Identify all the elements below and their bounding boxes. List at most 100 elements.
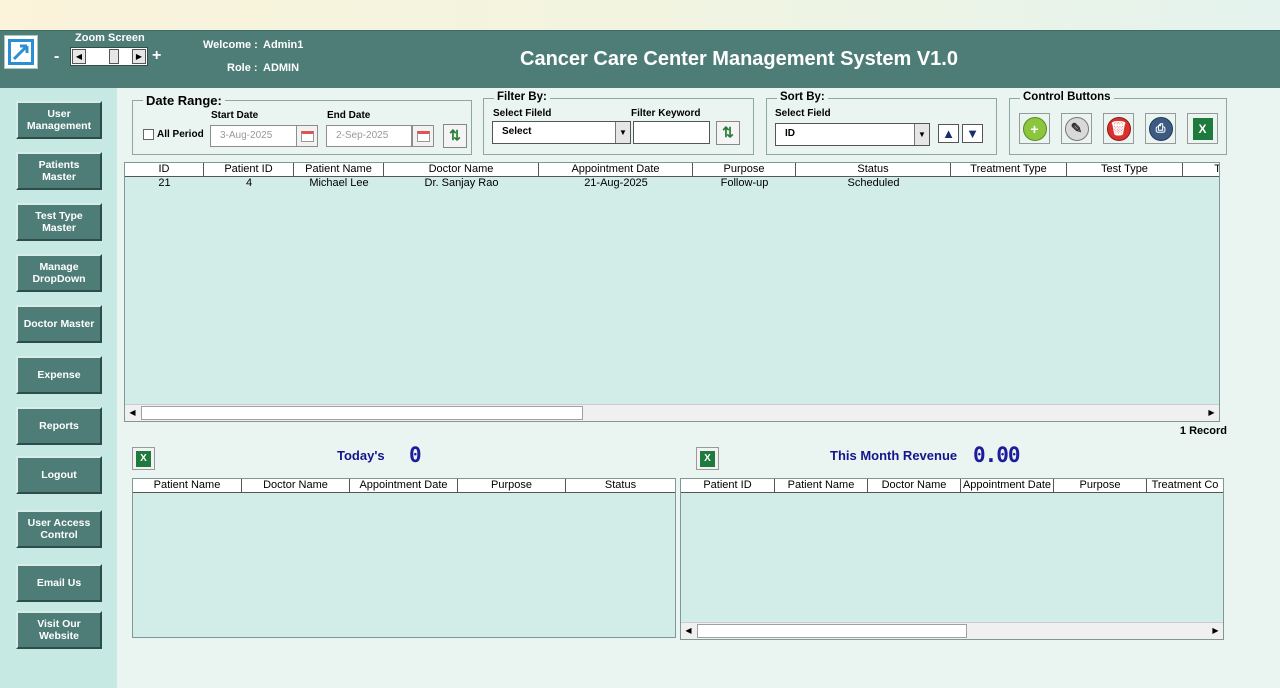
add-button[interactable]: + [1019,113,1050,144]
sort-ascending-icon[interactable]: ▲ [938,124,959,143]
scroll-left-icon[interactable]: ◀ [681,623,696,639]
zoom-in-button[interactable]: + [152,47,161,65]
month-grid[interactable]: Patient ID Patient Name Doctor Name Appo… [680,478,1224,640]
zoom-left-arrow-icon[interactable]: ◀ [72,49,86,64]
sidebar-item-logout[interactable]: Logout [16,456,102,494]
today-col-patient-name[interactable]: Patient Name [133,479,242,493]
sort-descending-icon[interactable]: ▼ [962,124,983,143]
scroll-right-icon[interactable]: ▶ [1204,405,1219,421]
filter-keyword-label: Filter Keyword [631,108,701,119]
filter-legend: Filter By: [494,91,550,103]
col-status[interactable]: Status [796,163,951,177]
sidebar-item-patients-master[interactable]: Patients Master [16,152,102,190]
month-col-doctor-name[interactable]: Doctor Name [868,479,961,493]
all-period-checkbox[interactable] [143,129,154,140]
chevron-down-icon[interactable]: ▼ [914,124,929,145]
table-row[interactable]: 21 4 Michael Lee Dr. Sanjay Rao 21-Aug-2… [125,177,1183,190]
month-export-excel-button[interactable]: X [696,447,719,470]
filter-refresh-icon[interactable]: ⇅ [716,121,740,145]
col-patient-name[interactable]: Patient Name [294,163,384,177]
month-col-treatment-cost[interactable]: Treatment Co [1147,479,1223,493]
sort-group: Sort By: Select Field ID ▼ ▲ ▼ [766,91,997,155]
sidebar-item-user-management[interactable]: User Management [16,101,102,139]
today-col-purpose[interactable]: Purpose [458,479,566,493]
sidebar-item-email-us[interactable]: Email Us [16,564,102,602]
filter-group: Filter By: Select Fileld Select ▼ Filter… [483,91,754,155]
record-count: 1 Record [1179,425,1227,437]
plus-icon: + [1022,116,1047,141]
month-col-purpose[interactable]: Purpose [1054,479,1147,493]
month-revenue-label: This Month Revenue [830,448,958,463]
filter-field-select[interactable]: Select ▼ [492,121,631,144]
month-grid-horizontal-scrollbar[interactable]: ◀ ▶ [681,622,1223,639]
sidebar-item-reports[interactable]: Reports [16,407,102,445]
today-count: 0 [409,443,422,467]
month-col-patient-id[interactable]: Patient ID [681,479,775,493]
sort-field-select[interactable]: ID ▼ [775,123,930,146]
zoom-out-button[interactable]: - [54,48,59,66]
appointments-grid[interactable]: ID Patient ID Patient Name Doctor Name A… [124,162,1220,422]
edit-button[interactable]: ✎ [1061,113,1092,144]
date-range-legend: Date Range: [143,93,225,108]
start-date-field[interactable]: 3-Aug-2025 [210,125,297,147]
end-date-calendar-icon[interactable] [412,125,434,147]
start-date-label: Start Date [211,110,259,121]
today-grid[interactable]: Patient Name Doctor Name Appointment Dat… [132,478,676,638]
filter-keyword-input[interactable] [633,121,710,144]
print-button[interactable]: ⎙ [1145,113,1176,144]
scroll-right-icon[interactable]: ▶ [1208,623,1223,639]
sort-field-value: ID [785,128,795,139]
printer-icon: ⎙ [1148,116,1173,141]
sidebar-item-user-access-control[interactable]: User Access Control [16,510,102,548]
col-treatment-type[interactable]: Treatment Type [951,163,1067,177]
sort-field-label: Select Field [775,108,831,119]
zoom-slider[interactable]: ◀ ▶ [70,47,148,66]
date-range-group: Date Range: All Period Start Date 3-Aug-… [132,93,472,155]
sidebar-item-visit-website[interactable]: Visit Our Website [16,611,102,649]
export-excel-button[interactable]: X [1187,113,1218,144]
start-date-calendar-icon[interactable] [296,125,318,147]
cell-status: Scheduled [847,177,900,189]
sidebar-item-doctor-master[interactable]: Doctor Master [16,305,102,343]
grid-horizontal-scrollbar[interactable]: ◀ ▶ [125,404,1219,421]
cell-appointment-date: 21-Aug-2025 [584,177,648,189]
sidebar-item-manage-dropdown[interactable]: Manage DropDown [16,254,102,292]
all-period-label: All Period [157,129,204,140]
sidebar-item-expense[interactable]: Expense [16,356,102,394]
control-buttons-group: Control Buttons + ✎ 🗑 ⎙ X [1009,91,1227,155]
col-doctor-name[interactable]: Doctor Name [384,163,539,177]
chevron-down-icon[interactable]: ▼ [615,122,630,143]
role-value: ADMIN [263,62,300,74]
zoom-right-arrow-icon[interactable]: ▶ [132,49,146,64]
excel-icon: X [1192,117,1213,140]
col-appointment-date[interactable]: Appointment Date [539,163,693,177]
sidebar-item-test-type-master[interactable]: Test Type Master [16,203,102,241]
today-col-doctor-name[interactable]: Doctor Name [242,479,350,493]
col-purpose[interactable]: Purpose [693,163,796,177]
col-patient-id[interactable]: Patient ID [204,163,294,177]
zoom-slider-thumb[interactable] [109,49,119,64]
end-date-field[interactable]: 2-Sep-2025 [326,125,412,147]
pencil-icon: ✎ [1064,116,1089,141]
sidebar: User Management Patients Master Test Typ… [0,88,117,688]
col-id[interactable]: ID [125,163,204,177]
today-label: Today's [337,448,385,463]
today-export-excel-button[interactable]: X [132,447,155,470]
month-col-patient-name[interactable]: Patient Name [775,479,868,493]
app-header: Zoom Screen - ◀ ▶ + Welcome : Admin1 Rol… [0,30,1280,88]
col-partial[interactable]: T [1183,163,1219,177]
today-col-status[interactable]: Status [566,479,675,493]
scroll-left-icon[interactable]: ◀ [125,405,140,421]
today-col-appointment-date[interactable]: Appointment Date [350,479,458,493]
month-col-appointment-date[interactable]: Appointment Date [961,479,1054,493]
scrollbar-thumb[interactable] [141,406,583,420]
col-test-type[interactable]: Test Type [1067,163,1183,177]
cell-patient-id: 4 [245,177,253,189]
app-logo-icon [4,35,38,69]
month-revenue-value: 0.00 [973,443,1021,467]
date-refresh-icon[interactable]: ⇅ [443,124,467,148]
scrollbar-thumb[interactable] [697,624,967,638]
welcome-label: Welcome : [203,39,258,51]
cell-treatment-type [951,177,1067,190]
delete-button[interactable]: 🗑 [1103,113,1134,144]
